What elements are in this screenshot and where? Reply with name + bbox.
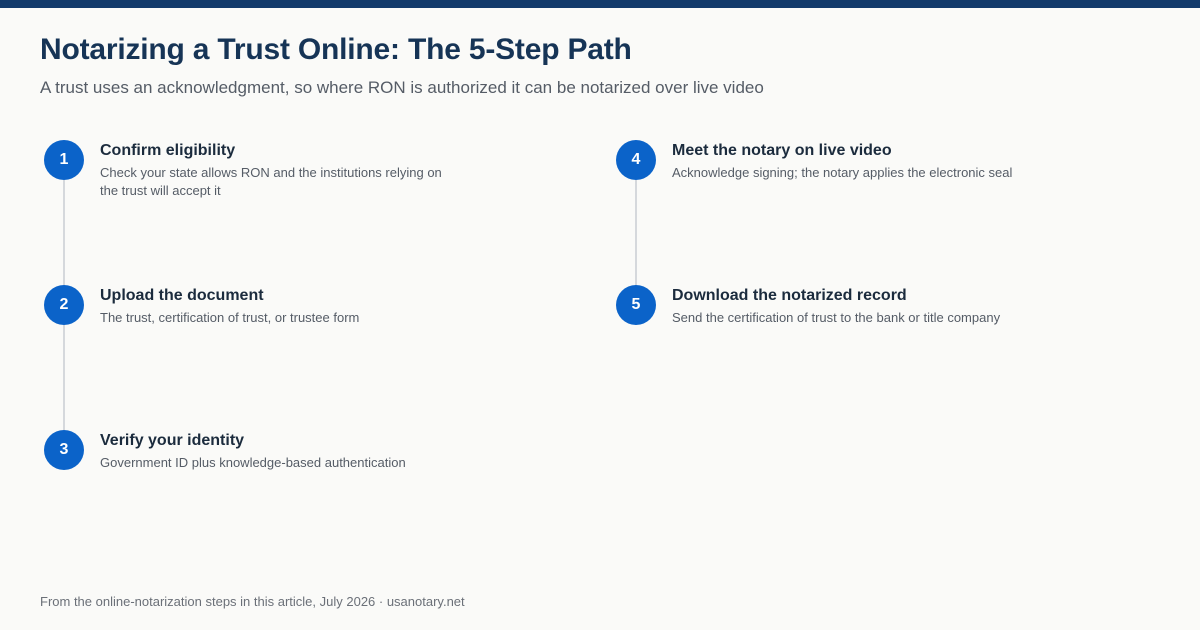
step-2: 2 Upload the document The trust, certifi…: [44, 285, 524, 345]
step-description: Acknowledge signing; the notary applies …: [672, 165, 1013, 180]
step-title: Verify your identity: [100, 432, 245, 449]
source-footnote: From the online-notarization steps in th…: [40, 594, 465, 609]
step-4: 4 Meet the notary on live video Acknowle…: [616, 140, 1096, 200]
step-description: Check your state allows RON and the inst…: [100, 165, 442, 198]
step-3: 3 Verify your identity Government ID plu…: [44, 430, 524, 490]
step-description: Send the certification of trust to the b…: [672, 310, 1001, 325]
page-title: Notarizing a Trust Online: The 5-Step Pa…: [40, 33, 632, 66]
step-number-badge: 1: [44, 140, 84, 180]
step-title: Download the notarized record: [672, 287, 907, 304]
infographic-page: Notarizing a Trust Online: The 5-Step Pa…: [0, 0, 1200, 630]
step-number-badge: 5: [616, 285, 656, 325]
page-subtitle: A trust uses an acknowledgment, so where…: [40, 78, 764, 97]
step-title: Upload the document: [100, 287, 264, 304]
step-1: 1 Confirm eligibility Check your state a…: [44, 140, 524, 200]
step-number-badge: 4: [616, 140, 656, 180]
step-description: The trust, certification of trust, or tr…: [100, 310, 360, 325]
step-title: Confirm eligibility: [100, 142, 236, 159]
step-title: Meet the notary on live video: [672, 142, 892, 159]
step-description: Government ID plus knowledge-based authe…: [100, 455, 406, 470]
step-number-badge: 2: [44, 285, 84, 325]
step-5: 5 Download the notarized record Send the…: [616, 285, 1096, 345]
step-number-badge: 3: [44, 430, 84, 470]
top-accent-bar: [0, 0, 1200, 8]
